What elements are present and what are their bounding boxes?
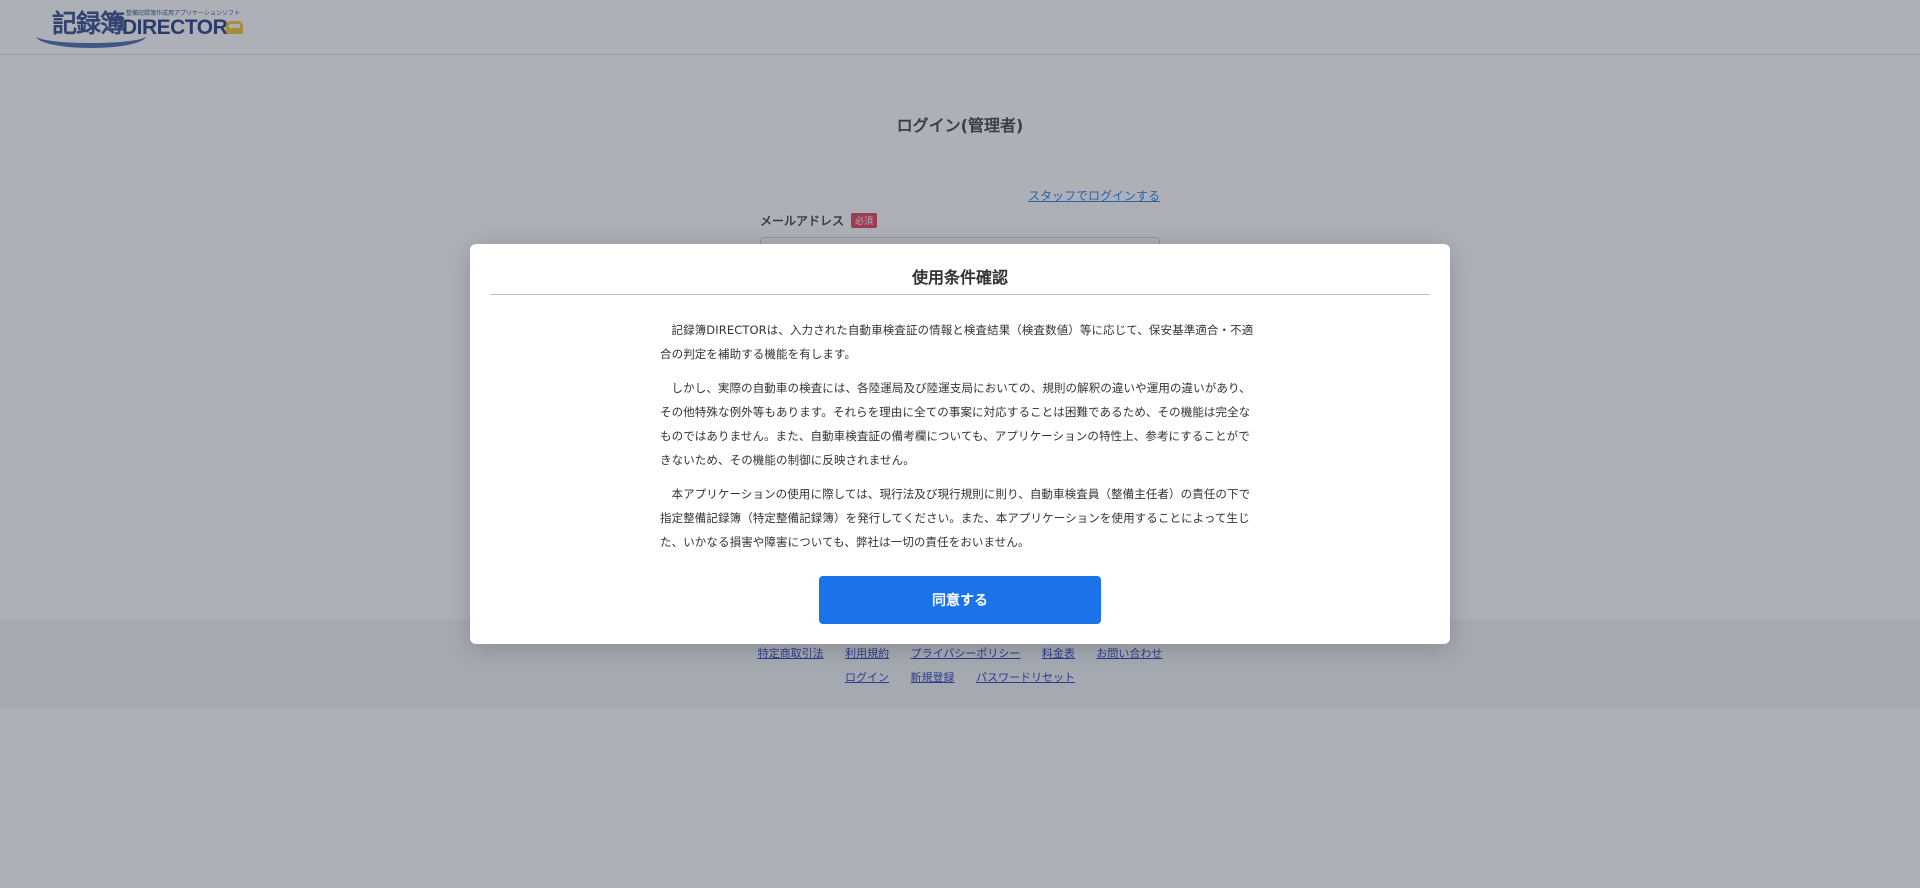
modal-title: 使用条件確認 [911, 268, 1008, 287]
terms-paragraph-1: 記録簿DIRECTORは、入力された自動車検査証の情報と検査結果（検査数値）等に… [660, 323, 1254, 361]
terms-paragraph-2: しかし、実際の自動車の検査には、各陸運局及び陸運支局においての、規則の解釈の違い… [660, 381, 1251, 467]
agree-button[interactable]: 同意する [819, 576, 1101, 624]
modal-body: 記録簿DIRECTORは、入力された自動車検査証の情報と検査結果（検査数値）等に… [660, 318, 1260, 564]
terms-paragraph-3: 本アプリケーションの使用に際しては、現行法及び現行規則に則り、自動車検査員（整備… [660, 487, 1251, 549]
terms-modal: 使用条件確認 記録簿DIRECTORは、入力された自動車検査証の情報と検査結果（… [470, 244, 1450, 644]
modal-divider [490, 294, 1430, 295]
